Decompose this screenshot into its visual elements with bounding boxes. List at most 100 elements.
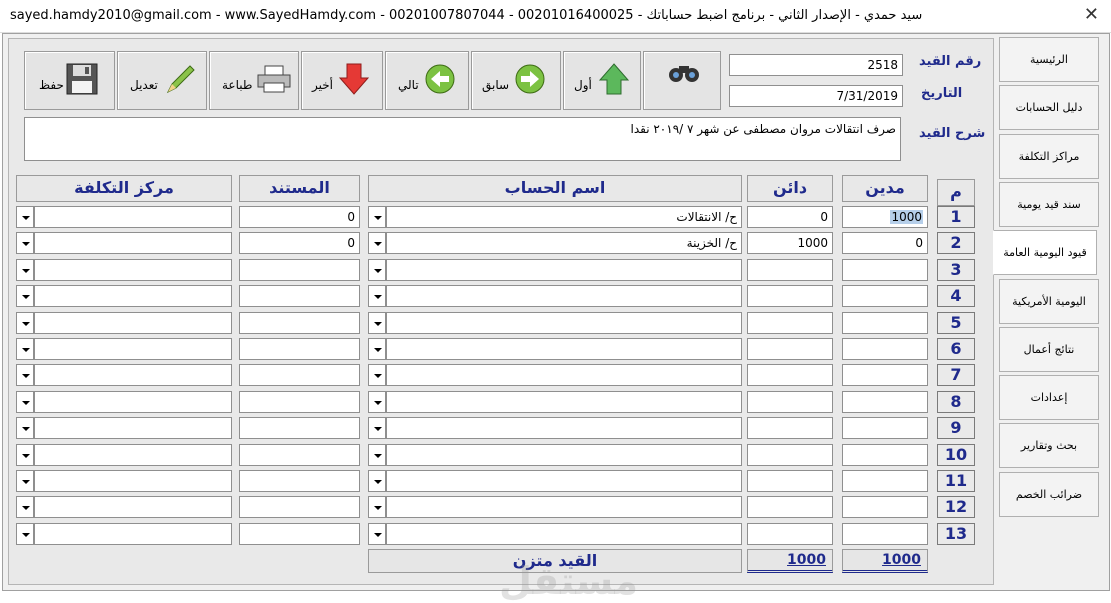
- cost-center-cell[interactable]: [34, 258, 232, 281]
- print-button[interactable]: طباعة: [209, 51, 299, 110]
- debit-cell[interactable]: [842, 390, 928, 413]
- account-dropdown[interactable]: [368, 311, 386, 334]
- search-button[interactable]: [643, 51, 721, 110]
- cost-center-dropdown[interactable]: [16, 232, 34, 255]
- cost-center-dropdown[interactable]: [16, 443, 34, 466]
- sidebar-item[interactable]: بحث وتقارير: [999, 423, 1099, 469]
- cost-center-cell[interactable]: [34, 311, 232, 334]
- cost-center-cell[interactable]: [34, 417, 232, 440]
- debit-cell[interactable]: [842, 338, 928, 360]
- debit-cell[interactable]: [842, 364, 928, 387]
- credit-cell[interactable]: [747, 443, 833, 466]
- credit-cell[interactable]: [747, 496, 833, 519]
- sidebar-item[interactable]: اليومية الأمريكية: [999, 278, 1099, 324]
- cost-center-cell[interactable]: [34, 338, 232, 360]
- save-button[interactable]: حفظ: [24, 51, 115, 110]
- account-dropdown[interactable]: [368, 470, 386, 492]
- document-cell[interactable]: [239, 338, 360, 360]
- debit-cell[interactable]: 1000: [842, 206, 928, 228]
- sidebar-item[interactable]: الرئيسية: [999, 37, 1099, 82]
- sidebar-item[interactable]: إعدادات: [999, 375, 1099, 421]
- document-cell[interactable]: 0: [239, 206, 360, 228]
- account-cell[interactable]: [386, 496, 742, 519]
- account-dropdown[interactable]: [368, 258, 386, 281]
- cost-center-cell[interactable]: [34, 470, 232, 492]
- credit-cell[interactable]: [747, 390, 833, 413]
- debit-cell[interactable]: [842, 496, 928, 519]
- account-cell[interactable]: [386, 443, 742, 466]
- debit-cell[interactable]: [842, 522, 928, 545]
- account-dropdown[interactable]: [368, 364, 386, 387]
- document-cell[interactable]: [239, 311, 360, 334]
- sidebar-item[interactable]: مراكز التكلفة: [999, 133, 1099, 179]
- account-cell[interactable]: [386, 285, 742, 308]
- account-dropdown[interactable]: [368, 417, 386, 440]
- entry-description-field[interactable]: صرف انتقالات مروان مصطفى عن شهر ٧ /٢٠١٩ …: [24, 117, 901, 161]
- document-cell[interactable]: [239, 390, 360, 413]
- document-cell[interactable]: [239, 522, 360, 545]
- cost-center-dropdown[interactable]: [16, 496, 34, 519]
- last-button[interactable]: أخير: [301, 51, 383, 110]
- credit-cell[interactable]: [747, 311, 833, 334]
- credit-cell[interactable]: [747, 522, 833, 545]
- document-cell[interactable]: 0: [239, 232, 360, 255]
- credit-cell[interactable]: 1000: [747, 232, 833, 255]
- account-cell[interactable]: [386, 364, 742, 387]
- debit-cell[interactable]: [842, 311, 928, 334]
- debit-cell[interactable]: [842, 443, 928, 466]
- document-cell[interactable]: [239, 496, 360, 519]
- document-cell[interactable]: [239, 443, 360, 466]
- credit-cell[interactable]: [747, 285, 833, 308]
- cost-center-dropdown[interactable]: [16, 522, 34, 545]
- credit-cell[interactable]: [747, 470, 833, 492]
- account-cell[interactable]: ح/ الخزينة: [386, 232, 742, 255]
- entry-date-field[interactable]: 7/31/2019: [729, 85, 903, 107]
- account-cell[interactable]: [386, 311, 742, 334]
- document-cell[interactable]: [239, 285, 360, 308]
- account-dropdown[interactable]: [368, 338, 386, 360]
- cost-center-cell[interactable]: [34, 232, 232, 255]
- cost-center-cell[interactable]: [34, 496, 232, 519]
- cost-center-dropdown[interactable]: [16, 390, 34, 413]
- cost-center-cell[interactable]: [34, 364, 232, 387]
- next-button[interactable]: تالي: [385, 51, 469, 110]
- cost-center-dropdown[interactable]: [16, 364, 34, 387]
- debit-cell[interactable]: 0: [842, 232, 928, 255]
- credit-cell[interactable]: [747, 258, 833, 281]
- sidebar-item[interactable]: دليل الحسابات: [999, 85, 1099, 131]
- account-dropdown[interactable]: [368, 206, 386, 228]
- cost-center-dropdown[interactable]: [16, 258, 34, 281]
- entry-number-field[interactable]: 2518: [729, 54, 903, 76]
- credit-cell[interactable]: [747, 417, 833, 440]
- cost-center-dropdown[interactable]: [16, 206, 34, 228]
- prev-button[interactable]: سابق: [471, 51, 561, 110]
- cost-center-cell[interactable]: [34, 206, 232, 228]
- document-cell[interactable]: [239, 417, 360, 440]
- sidebar-item[interactable]: ضرائب الخصم: [999, 471, 1099, 517]
- credit-cell[interactable]: [747, 338, 833, 360]
- account-cell[interactable]: [386, 470, 742, 492]
- account-cell[interactable]: [386, 390, 742, 413]
- account-dropdown[interactable]: [368, 232, 386, 255]
- account-cell[interactable]: [386, 417, 742, 440]
- debit-cell[interactable]: [842, 417, 928, 440]
- sidebar-item[interactable]: نتائج أعمال: [999, 326, 1099, 372]
- cost-center-cell[interactable]: [34, 522, 232, 545]
- account-cell[interactable]: ح/ الانتقالات: [386, 206, 742, 228]
- cost-center-cell[interactable]: [34, 443, 232, 466]
- document-cell[interactable]: [239, 470, 360, 492]
- account-dropdown[interactable]: [368, 496, 386, 519]
- credit-cell[interactable]: [747, 364, 833, 387]
- debit-cell[interactable]: [842, 258, 928, 281]
- account-cell[interactable]: [386, 522, 742, 545]
- sidebar-item[interactable]: قيود اليومية العامة: [993, 230, 1097, 276]
- account-cell[interactable]: [386, 338, 742, 360]
- close-icon[interactable]: ✕: [1084, 4, 1099, 25]
- cost-center-dropdown[interactable]: [16, 338, 34, 360]
- cost-center-dropdown[interactable]: [16, 470, 34, 492]
- account-cell[interactable]: [386, 258, 742, 281]
- cost-center-cell[interactable]: [34, 390, 232, 413]
- debit-cell[interactable]: [842, 470, 928, 492]
- first-button[interactable]: أول: [563, 51, 641, 110]
- account-dropdown[interactable]: [368, 390, 386, 413]
